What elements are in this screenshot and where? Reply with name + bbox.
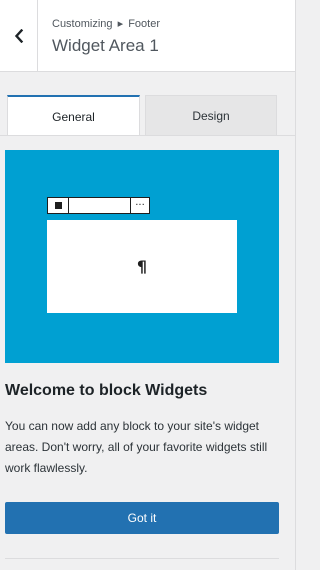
chevron-left-icon <box>14 28 23 43</box>
breadcrumb-current: Footer <box>128 18 160 30</box>
panel-title: Widget Area 1 <box>52 36 159 55</box>
welcome-heading: Welcome to block Widgets <box>5 382 208 399</box>
tab-general[interactable]: General <box>7 95 140 136</box>
block-type-icon <box>48 198 69 213</box>
block-toolbar-illustration: ··· <box>47 197 150 214</box>
breadcrumb: Customizing ▸ Footer <box>52 17 160 31</box>
tab-design[interactable]: Design <box>145 95 277 136</box>
welcome-description: You can now add any block to your site's… <box>5 419 268 475</box>
paragraph-block-illustration: ¶ <box>47 220 237 313</box>
pilcrow-icon: ¶ <box>136 257 148 276</box>
tab-bar: General Design <box>0 95 295 136</box>
got-it-button[interactable]: Got it <box>5 502 279 534</box>
breadcrumb-parent: Customizing <box>52 18 113 30</box>
back-button[interactable] <box>0 0 38 71</box>
divider <box>5 558 279 559</box>
customizer-panel: Customizing ▸ Footer Widget Area 1 Gener… <box>0 0 296 570</box>
header-text: Customizing ▸ Footer Widget Area 1 <box>52 17 160 57</box>
panel-header: Customizing ▸ Footer Widget Area 1 <box>0 0 295 72</box>
tab-divider <box>0 135 295 136</box>
breadcrumb-separator: ▸ <box>117 18 124 30</box>
block-widgets-illustration: ··· ¶ <box>5 150 279 363</box>
more-options-icon: ··· <box>130 198 149 213</box>
